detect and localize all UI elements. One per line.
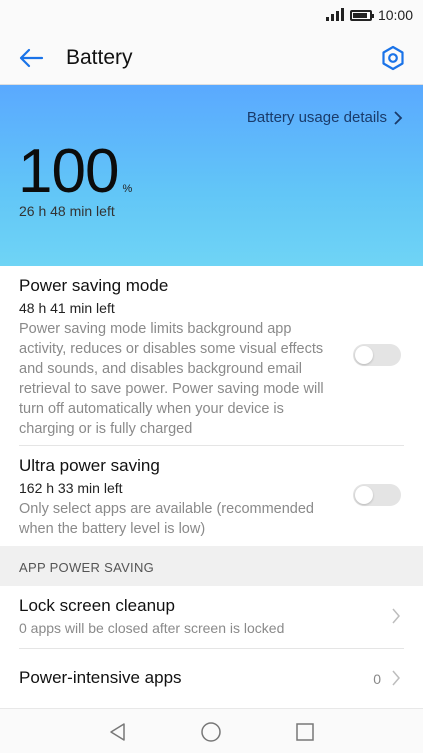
- ultra-power-saving-toggle[interactable]: [353, 484, 401, 506]
- power-saving-mode-item[interactable]: Power saving mode 48 h 41 min left Power…: [19, 276, 404, 439]
- power-intensive-apps-item[interactable]: Power-intensive apps: [19, 668, 404, 688]
- battery-usage-details-link[interactable]: Battery usage details: [247, 109, 403, 126]
- circle-home-icon: [201, 722, 221, 742]
- power-saving-subtitle: 48 h 41 min left: [19, 300, 115, 316]
- power-saving-description: Power saving mode limits background app …: [19, 321, 324, 437]
- triangle-back-icon: [110, 723, 125, 741]
- time-left: 26 h 48 min left: [19, 203, 115, 219]
- divider: [19, 445, 404, 446]
- ultra-power-saving-subtitle: 162 h 33 min left: [19, 480, 123, 496]
- chevron-right-icon: [392, 670, 400, 686]
- percent-value: 100: [18, 137, 119, 206]
- power-intensive-apps-title: Power-intensive apps: [19, 668, 182, 687]
- lock-screen-cleanup-item[interactable]: Lock screen cleanup 0 apps will be close…: [19, 596, 404, 636]
- battery-fill: [352, 12, 367, 18]
- battery-hero: Battery usage details 100 % 26 h 48 min …: [0, 85, 423, 266]
- lock-screen-cleanup-title: Lock screen cleanup: [19, 596, 175, 615]
- gear-icon: [382, 45, 404, 71]
- power-saving-card: Power saving mode 48 h 41 min left Power…: [0, 266, 423, 546]
- chevron-right-icon: [394, 110, 403, 125]
- power-saving-toggle[interactable]: [353, 344, 401, 366]
- back-button[interactable]: [14, 44, 48, 72]
- toggle-knob: [355, 346, 373, 364]
- percent-sign: %: [122, 183, 133, 195]
- square-recents-icon: [296, 723, 314, 741]
- status-bar: 10:00: [0, 0, 423, 32]
- status-indicators: 10:00: [325, 7, 413, 23]
- section-header: APP POWER SAVING: [0, 546, 423, 586]
- power-saving-title: Power saving mode: [19, 276, 169, 295]
- divider: [19, 648, 404, 649]
- ultra-power-saving-title: Ultra power saving: [19, 456, 160, 475]
- signal-icon: [325, 8, 344, 21]
- nav-recents-button[interactable]: [292, 719, 318, 745]
- ultra-power-saving-item[interactable]: Ultra power saving 162 h 33 min left Onl…: [19, 456, 404, 539]
- settings-button[interactable]: [377, 42, 409, 74]
- status-time: 10:00: [377, 7, 413, 23]
- battery-percentage: 100 %: [18, 141, 132, 203]
- chevron-right-icon: [392, 608, 400, 624]
- section-header-label: APP POWER SAVING: [19, 560, 155, 575]
- power-intensive-count: 0: [373, 671, 381, 687]
- ultra-power-saving-description: Only select apps are available (recommen…: [19, 501, 314, 537]
- nav-home-button[interactable]: [198, 719, 224, 745]
- lock-screen-cleanup-subtitle: 0 apps will be closed after screen is lo…: [19, 620, 285, 636]
- nav-back-button[interactable]: [104, 719, 130, 745]
- system-nav-bar: [0, 708, 423, 753]
- toggle-knob: [355, 486, 373, 504]
- page-title: Battery: [66, 46, 133, 69]
- battery-icon: [349, 9, 374, 21]
- app-power-saving-card: Lock screen cleanup 0 apps will be close…: [0, 586, 423, 708]
- app-bar: Battery: [0, 32, 423, 85]
- arrow-left-icon: [19, 48, 44, 68]
- usage-link-label: Battery usage details: [246, 109, 387, 126]
